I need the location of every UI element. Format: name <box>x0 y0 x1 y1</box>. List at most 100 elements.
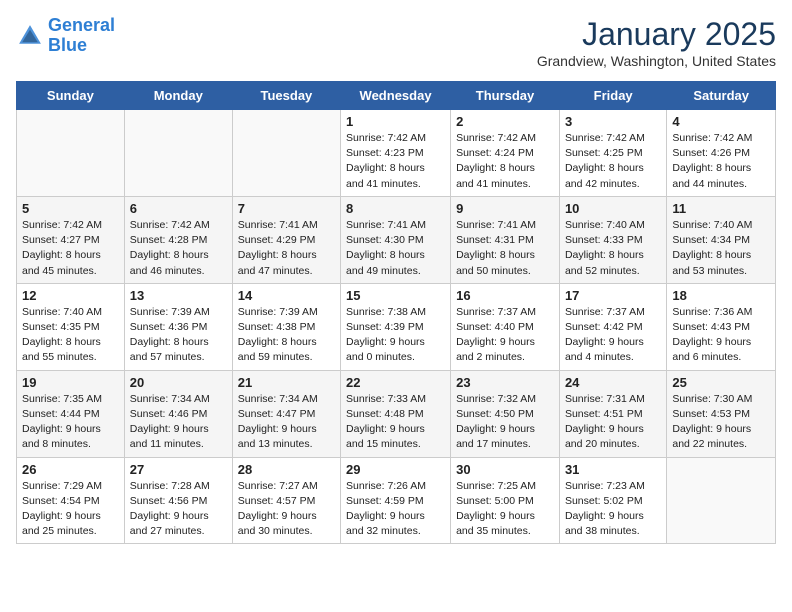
day-info: Sunrise: 7:42 AM Sunset: 4:25 PM Dayligh… <box>565 131 661 192</box>
calendar-cell: 29 Sunrise: 7:26 AM Sunset: 4:59 PM Dayli… <box>341 457 451 544</box>
day-number: 18 <box>672 288 770 303</box>
calendar-cell: 25 Sunrise: 7:30 AM Sunset: 4:53 PM Dayli… <box>667 370 776 457</box>
day-number: 21 <box>238 375 335 390</box>
day-number: 4 <box>672 114 770 129</box>
day-info: Sunrise: 7:38 AM Sunset: 4:39 PM Dayligh… <box>346 305 445 366</box>
day-info: Sunrise: 7:29 AM Sunset: 4:54 PM Dayligh… <box>22 479 119 540</box>
calendar-cell <box>124 110 232 197</box>
day-number: 10 <box>565 201 661 216</box>
day-info: Sunrise: 7:33 AM Sunset: 4:48 PM Dayligh… <box>346 392 445 453</box>
day-info: Sunrise: 7:27 AM Sunset: 4:57 PM Dayligh… <box>238 479 335 540</box>
day-number: 30 <box>456 462 554 477</box>
logo-line1: General <box>48 15 115 35</box>
calendar-cell: 26 Sunrise: 7:29 AM Sunset: 4:54 PM Dayli… <box>17 457 125 544</box>
day-info: Sunrise: 7:42 AM Sunset: 4:24 PM Dayligh… <box>456 131 554 192</box>
calendar-cell: 1 Sunrise: 7:42 AM Sunset: 4:23 PM Daylig… <box>341 110 451 197</box>
calendar-cell: 20Sunrise: 7:34 AM Sunset: 4:46 PM Dayli… <box>124 370 232 457</box>
day-number: 25 <box>672 375 770 390</box>
day-info: Sunrise: 7:42 AM Sunset: 4:23 PM Dayligh… <box>346 131 445 192</box>
weekday-header-wednesday: Wednesday <box>341 82 451 110</box>
calendar-cell: 18Sunrise: 7:36 AM Sunset: 4:43 PM Dayli… <box>667 283 776 370</box>
day-info: Sunrise: 7:42 AM Sunset: 4:27 PM Dayligh… <box>22 218 119 279</box>
day-info: Sunrise: 7:39 AM Sunset: 4:38 PM Dayligh… <box>238 305 335 366</box>
calendar-cell: 23Sunrise: 7:32 AM Sunset: 4:50 PM Dayli… <box>451 370 560 457</box>
day-number: 17 <box>565 288 661 303</box>
logo-line2: Blue <box>48 35 87 55</box>
weekday-header-sunday: Sunday <box>17 82 125 110</box>
logo-text: General Blue <box>48 16 115 56</box>
calendar-cell: 12Sunrise: 7:40 AM Sunset: 4:35 PM Dayli… <box>17 283 125 370</box>
day-info: Sunrise: 7:31 AM Sunset: 4:51 PM Dayligh… <box>565 392 661 453</box>
day-number: 31 <box>565 462 661 477</box>
day-info: Sunrise: 7:30 AM Sunset: 4:53 PM Dayligh… <box>672 392 770 453</box>
calendar-cell: 4 Sunrise: 7:42 AM Sunset: 4:26 PM Daylig… <box>667 110 776 197</box>
calendar-week-row: 19 Sunrise: 7:35 AM Sunset: 4:44 PM Dayli… <box>17 370 776 457</box>
calendar-cell: 28 Sunrise: 7:27 AM Sunset: 4:57 PM Dayli… <box>232 457 340 544</box>
day-info: Sunrise: 7:35 AM Sunset: 4:44 PM Dayligh… <box>22 392 119 453</box>
day-info: Sunrise: 7:42 AM Sunset: 4:26 PM Dayligh… <box>672 131 770 192</box>
day-number: 15 <box>346 288 445 303</box>
calendar-cell: 10 Sunrise: 7:40 AM Sunset: 4:33 PM Dayli… <box>559 196 666 283</box>
page-header: General Blue January 2025 Grandview, Was… <box>16 16 776 69</box>
day-number: 13 <box>130 288 227 303</box>
calendar-cell: 24 Sunrise: 7:31 AM Sunset: 4:51 PM Dayli… <box>559 370 666 457</box>
day-number: 20 <box>130 375 227 390</box>
day-info: Sunrise: 7:41 AM Sunset: 4:31 PM Dayligh… <box>456 218 554 279</box>
day-number: 29 <box>346 462 445 477</box>
calendar-cell: 14 Sunrise: 7:39 AM Sunset: 4:38 PM Dayli… <box>232 283 340 370</box>
calendar-cell: 9 Sunrise: 7:41 AM Sunset: 4:31 PM Daylig… <box>451 196 560 283</box>
day-info: Sunrise: 7:28 AM Sunset: 4:56 PM Dayligh… <box>130 479 227 540</box>
day-info: Sunrise: 7:41 AM Sunset: 4:29 PM Dayligh… <box>238 218 335 279</box>
calendar-cell: 13Sunrise: 7:39 AM Sunset: 4:36 PM Dayli… <box>124 283 232 370</box>
calendar-cell: 31 Sunrise: 7:23 AM Sunset: 5:02 PM Dayli… <box>559 457 666 544</box>
calendar-cell <box>17 110 125 197</box>
calendar-cell: 17 Sunrise: 7:37 AM Sunset: 4:42 PM Dayli… <box>559 283 666 370</box>
day-number: 7 <box>238 201 335 216</box>
calendar-cell: 27 Sunrise: 7:28 AM Sunset: 4:56 PM Dayli… <box>124 457 232 544</box>
day-number: 23 <box>456 375 554 390</box>
calendar-cell: 5 Sunrise: 7:42 AM Sunset: 4:27 PM Daylig… <box>17 196 125 283</box>
calendar-week-row: 26 Sunrise: 7:29 AM Sunset: 4:54 PM Dayli… <box>17 457 776 544</box>
calendar-cell <box>232 110 340 197</box>
day-number: 5 <box>22 201 119 216</box>
day-number: 26 <box>22 462 119 477</box>
logo-icon <box>16 22 44 50</box>
calendar-table: SundayMondayTuesdayWednesdayThursdayFrid… <box>16 81 776 544</box>
weekday-header-thursday: Thursday <box>451 82 560 110</box>
weekday-header-friday: Friday <box>559 82 666 110</box>
day-number: 6 <box>130 201 227 216</box>
day-number: 3 <box>565 114 661 129</box>
calendar-cell: 6Sunrise: 7:42 AM Sunset: 4:28 PM Daylig… <box>124 196 232 283</box>
weekday-header-monday: Monday <box>124 82 232 110</box>
day-number: 1 <box>346 114 445 129</box>
calendar-cell: 16Sunrise: 7:37 AM Sunset: 4:40 PM Dayli… <box>451 283 560 370</box>
calendar-cell: 30 Sunrise: 7:25 AM Sunset: 5:00 PM Dayli… <box>451 457 560 544</box>
weekday-header-saturday: Saturday <box>667 82 776 110</box>
day-number: 14 <box>238 288 335 303</box>
calendar-cell: 21 Sunrise: 7:34 AM Sunset: 4:47 PM Dayli… <box>232 370 340 457</box>
calendar-cell: 7 Sunrise: 7:41 AM Sunset: 4:29 PM Daylig… <box>232 196 340 283</box>
calendar-cell: 2 Sunrise: 7:42 AM Sunset: 4:24 PM Daylig… <box>451 110 560 197</box>
calendar-week-row: 5 Sunrise: 7:42 AM Sunset: 4:27 PM Daylig… <box>17 196 776 283</box>
day-info: Sunrise: 7:40 AM Sunset: 4:33 PM Dayligh… <box>565 218 661 279</box>
calendar-week-row: 1 Sunrise: 7:42 AM Sunset: 4:23 PM Daylig… <box>17 110 776 197</box>
day-info: Sunrise: 7:25 AM Sunset: 5:00 PM Dayligh… <box>456 479 554 540</box>
calendar-cell: 22Sunrise: 7:33 AM Sunset: 4:48 PM Dayli… <box>341 370 451 457</box>
day-info: Sunrise: 7:34 AM Sunset: 4:47 PM Dayligh… <box>238 392 335 453</box>
calendar-cell: 19 Sunrise: 7:35 AM Sunset: 4:44 PM Dayli… <box>17 370 125 457</box>
day-number: 27 <box>130 462 227 477</box>
day-number: 24 <box>565 375 661 390</box>
day-number: 9 <box>456 201 554 216</box>
day-info: Sunrise: 7:37 AM Sunset: 4:42 PM Dayligh… <box>565 305 661 366</box>
calendar-cell: 8Sunrise: 7:41 AM Sunset: 4:30 PM Daylig… <box>341 196 451 283</box>
title-block: January 2025 Grandview, Washington, Unit… <box>537 16 776 69</box>
calendar-cell: 3 Sunrise: 7:42 AM Sunset: 4:25 PM Daylig… <box>559 110 666 197</box>
day-info: Sunrise: 7:26 AM Sunset: 4:59 PM Dayligh… <box>346 479 445 540</box>
logo: General Blue <box>16 16 115 56</box>
day-number: 2 <box>456 114 554 129</box>
day-number: 19 <box>22 375 119 390</box>
calendar-cell: 11Sunrise: 7:40 AM Sunset: 4:34 PM Dayli… <box>667 196 776 283</box>
day-number: 8 <box>346 201 445 216</box>
day-number: 28 <box>238 462 335 477</box>
day-info: Sunrise: 7:23 AM Sunset: 5:02 PM Dayligh… <box>565 479 661 540</box>
